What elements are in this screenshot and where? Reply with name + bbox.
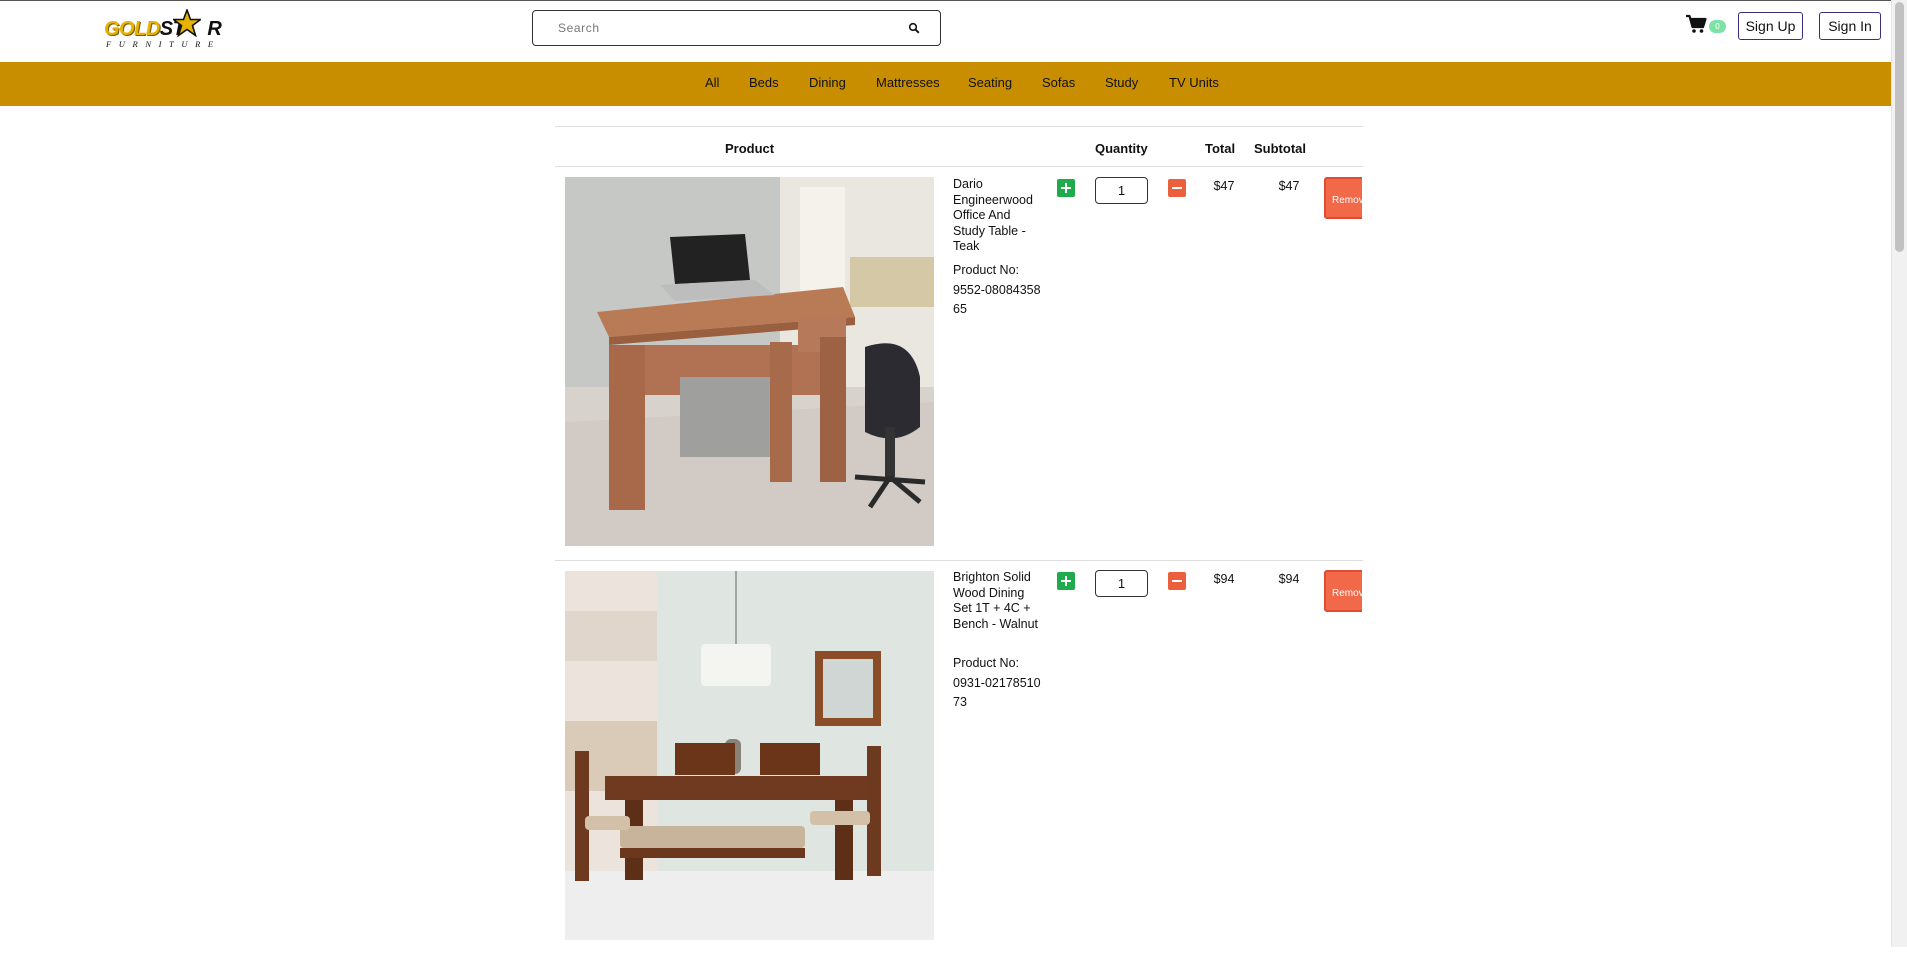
cart-count-badge: 0 (1709, 20, 1726, 33)
sign-in-button[interactable]: Sign In (1819, 12, 1881, 40)
quantity-input[interactable] (1095, 177, 1148, 204)
column-header-quantity: Quantity (1095, 141, 1148, 156)
product-number: 0931-0217851073 (953, 676, 1041, 709)
category-dining[interactable]: Dining (809, 75, 846, 90)
remove-all-button[interactable]: Remove all (1324, 570, 1362, 612)
search-input[interactable] (534, 12, 894, 44)
logo-subtitle: FURNITURE (106, 39, 221, 49)
column-header-subtotal: Subtotal (1254, 141, 1306, 156)
decrease-quantity-button[interactable] (1168, 179, 1186, 197)
decrease-quantity-button[interactable] (1168, 572, 1186, 590)
remove-all-clip: Remove all (1324, 177, 1362, 221)
category-mattresses[interactable]: Mattresses (876, 75, 940, 90)
product-image-dining-set[interactable] (565, 571, 934, 940)
table-row: Dario Engineerwood Office And Study Tabl… (555, 167, 1364, 559)
column-header-total: Total (1205, 141, 1236, 156)
logo-word-tail: R (207, 18, 222, 40)
increase-quantity-button[interactable] (1057, 179, 1075, 197)
sign-up-button[interactable]: Sign Up (1738, 12, 1803, 40)
study-table-photo (565, 177, 934, 546)
item-subtotal: $47 (1278, 179, 1300, 193)
product-image-study-table[interactable] (565, 177, 934, 546)
brand-logo[interactable]: GOLDST R FURNITURE (104, 9, 252, 51)
logo-star-icon (173, 9, 201, 37)
column-header-product: Product (725, 141, 775, 156)
product-number-label: Product No: (953, 656, 1020, 670)
search-box[interactable] (532, 10, 941, 46)
item-subtotal: $94 (1278, 572, 1300, 586)
category-study[interactable]: Study (1105, 75, 1138, 90)
page-scrollbar[interactable] (1891, 0, 1907, 947)
cart-button[interactable]: 0 (1685, 14, 1729, 38)
remove-all-clip: Remove all (1324, 570, 1362, 614)
category-beds[interactable]: Beds (749, 75, 779, 90)
category-all[interactable]: All (705, 75, 719, 90)
category-sofas[interactable]: Sofas (1042, 75, 1075, 90)
table-top-divider (555, 126, 1363, 127)
item-total: $94 (1213, 572, 1235, 586)
search-icon[interactable] (908, 22, 920, 34)
product-number-label: Product No: (953, 263, 1020, 277)
category-nav: All Beds Dining Mattresses Seating Sofas… (0, 62, 1891, 106)
logo-wordmark: GOLDST R (104, 18, 222, 41)
product-title[interactable]: Brighton Solid Wood Dining Set 1T + 4C +… (953, 570, 1041, 632)
table-row: Brighton Solid Wood Dining Set 1T + 4C +… (555, 560, 1364, 960)
site-header: GOLDSTR FURNITURE 0 Sign Up Sign In (0, 1, 1891, 62)
quantity-input[interactable] (1095, 570, 1148, 597)
product-title[interactable]: Dario Engineerwood Office And Study Tabl… (953, 177, 1041, 255)
item-total: $47 (1213, 179, 1235, 193)
category-tv-units[interactable]: TV Units (1169, 75, 1219, 90)
category-seating[interactable]: Seating (968, 75, 1012, 90)
remove-all-button[interactable]: Remove all (1324, 177, 1362, 219)
dining-set-photo (565, 571, 934, 940)
cart-icon[interactable] (1685, 14, 1707, 34)
product-number: 9552-0808435865 (953, 283, 1041, 316)
scrollbar-thumb[interactable] (1895, 2, 1904, 252)
category-list: All Beds Dining Mattresses Seating Sofas… (0, 62, 1891, 106)
logo-word-gold: GOLD (104, 18, 160, 40)
increase-quantity-button[interactable] (1057, 572, 1075, 590)
